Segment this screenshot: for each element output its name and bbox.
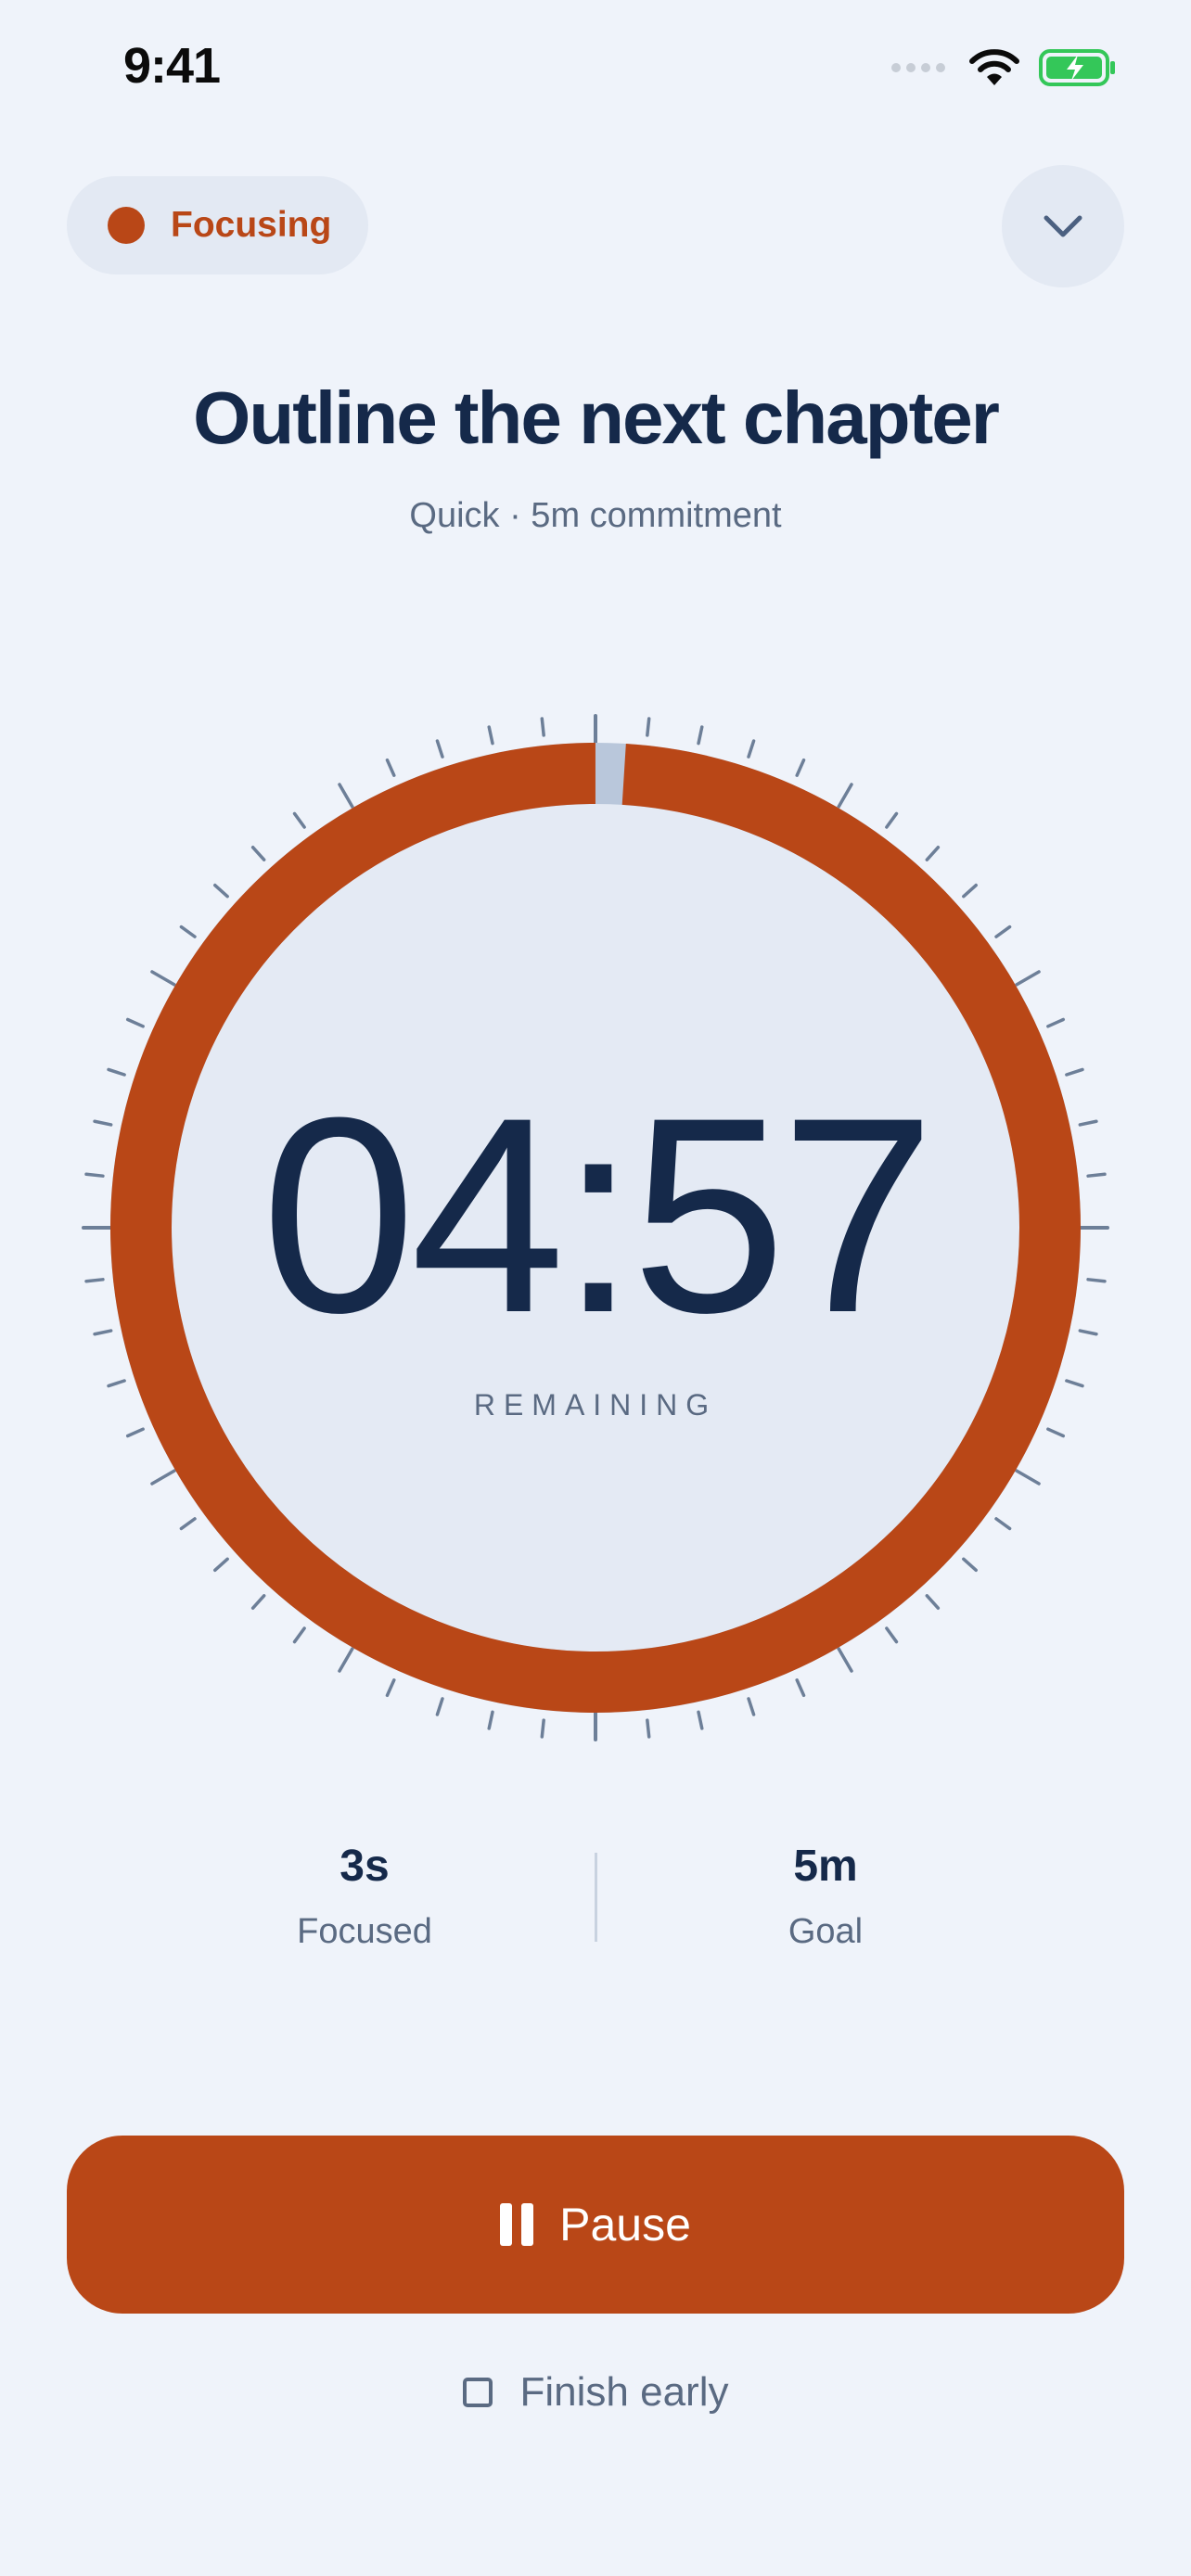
status-dot-icon [108,207,145,244]
focused-label: Focused [297,1912,432,1951]
goal-label: Goal [788,1912,864,1951]
focused-stat: 3s Focused [170,1841,559,1952]
dial-tick [1015,1469,1041,1486]
dial-tick [540,717,545,737]
pause-label: Pause [559,2199,691,2251]
dial-tick [795,758,806,777]
goal-value: 5m [793,1842,858,1891]
remaining-label: REMAINING [473,1388,718,1422]
dial-tick [925,1594,941,1610]
dial-tick [925,846,941,861]
dial-tick [487,1710,494,1730]
dial-tick [435,739,444,759]
dial-tick [179,1517,197,1531]
dial-tick [150,970,176,987]
focused-value: 3s [339,1842,390,1891]
pause-icon [500,2203,534,2246]
dial-tick [179,925,197,938]
finish-early-checkbox[interactable] [462,2378,493,2407]
dial-tick [795,1678,806,1698]
dial-tick [1065,1067,1084,1077]
dial-tick [962,1557,978,1573]
goal-stat: 5m Goal [631,1841,1020,1952]
dial-tick [150,1469,176,1486]
dial-tick [213,1557,229,1573]
dial-tick [747,1697,756,1716]
finish-early-label: Finish early [519,2369,729,2415]
dial-tick [292,1626,306,1644]
status-bar-icons [890,45,1117,91]
status-bar-time: 9:41 [123,38,221,94]
wifi-icon [969,49,1019,85]
dial-tick [125,1427,145,1438]
collapse-button[interactable] [1002,165,1124,287]
dial-tick [213,883,229,899]
dial-tick [338,783,354,809]
signal-dots-icon [891,63,945,72]
dial-tick [646,1718,651,1739]
dial-tick [747,739,756,759]
dial-tick [385,758,396,777]
dial-tick [885,811,899,829]
stats-divider [595,1853,597,1942]
dial-tick [107,1067,126,1077]
dial-tick [107,1379,126,1388]
task-title: Outline the next chapter [193,376,1000,459]
focus-status-pill: Focusing [67,176,368,274]
dial-tick [994,925,1012,938]
dial-tick [385,1678,396,1698]
task-subtitle: Quick · 5m commitment [409,496,782,535]
focus-status-label: Focusing [171,205,332,245]
dial-tick [646,717,651,737]
dial-tick [697,725,704,746]
dial-tick [837,1647,853,1673]
dial-tick [885,1626,899,1644]
dial-tick [837,783,853,809]
dial-tick [250,1594,266,1610]
finish-early-toggle[interactable]: Finish early [0,2369,1191,2416]
dial-tick [697,1710,704,1730]
dial-tick [487,725,494,746]
dial-tick [1046,1427,1066,1438]
dial-tick [1015,970,1041,987]
chevron-down-icon [1044,215,1082,237]
dial-tick [540,1718,545,1739]
battery-charging-icon [1039,49,1115,86]
time-remaining: 04:57 [261,1059,936,1371]
dial-tick [994,1517,1012,1531]
dial-tick [250,846,266,861]
dial-tick [1046,1017,1066,1028]
pause-button[interactable]: Pause [67,2136,1124,2314]
dial-tick [962,883,978,899]
dial-tick [435,1697,444,1716]
dial-tick [1065,1379,1084,1388]
dial-tick [338,1647,354,1673]
dial-tick [125,1017,145,1028]
dial-tick [292,811,306,829]
